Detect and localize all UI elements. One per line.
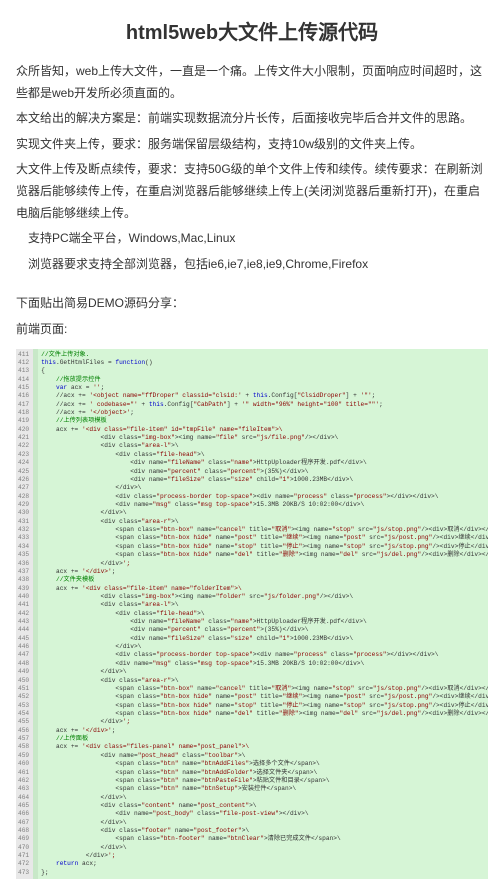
para-browser: 浏览器要求支持全部浏览器，包括ie6,ie7,ie8,ie9,Chrome,Fi…	[16, 254, 488, 276]
para-intro: 众所皆知，web上传大文件，一直是一个痛。上传文件大小限制，页面响应时间超时，这…	[16, 61, 488, 104]
code-body: //文件上传对象. this.GetHtmlFiles = function()…	[33, 349, 488, 880]
page-title: html5web大文件上传源代码	[16, 16, 488, 45]
demo-label: 下面贴出简易DEMO源码分享：	[16, 293, 488, 315]
para-solution: 本文给出的解决方案是：前端实现数据流分片长传，后面接收完毕后合并文件的思路。	[16, 108, 488, 130]
code-block: 411 412 413 414 415 416 417 418 419 420 …	[16, 349, 488, 880]
para-bigfile: 大文件上传及断点续传，要求：支持50G级的单个文件上传和续传。续传要求：在刷新浏…	[16, 159, 488, 224]
para-folder: 实现文件夹上传，要求：服务端保留层级结构，支持10w级别的文件夹上传。	[16, 134, 488, 156]
code-gutter: 411 412 413 414 415 416 417 418 419 420 …	[16, 349, 33, 880]
frontend-label: 前端页面:	[16, 319, 488, 341]
para-platform: 支持PC端全平台，Windows,Mac,Linux	[16, 228, 488, 250]
